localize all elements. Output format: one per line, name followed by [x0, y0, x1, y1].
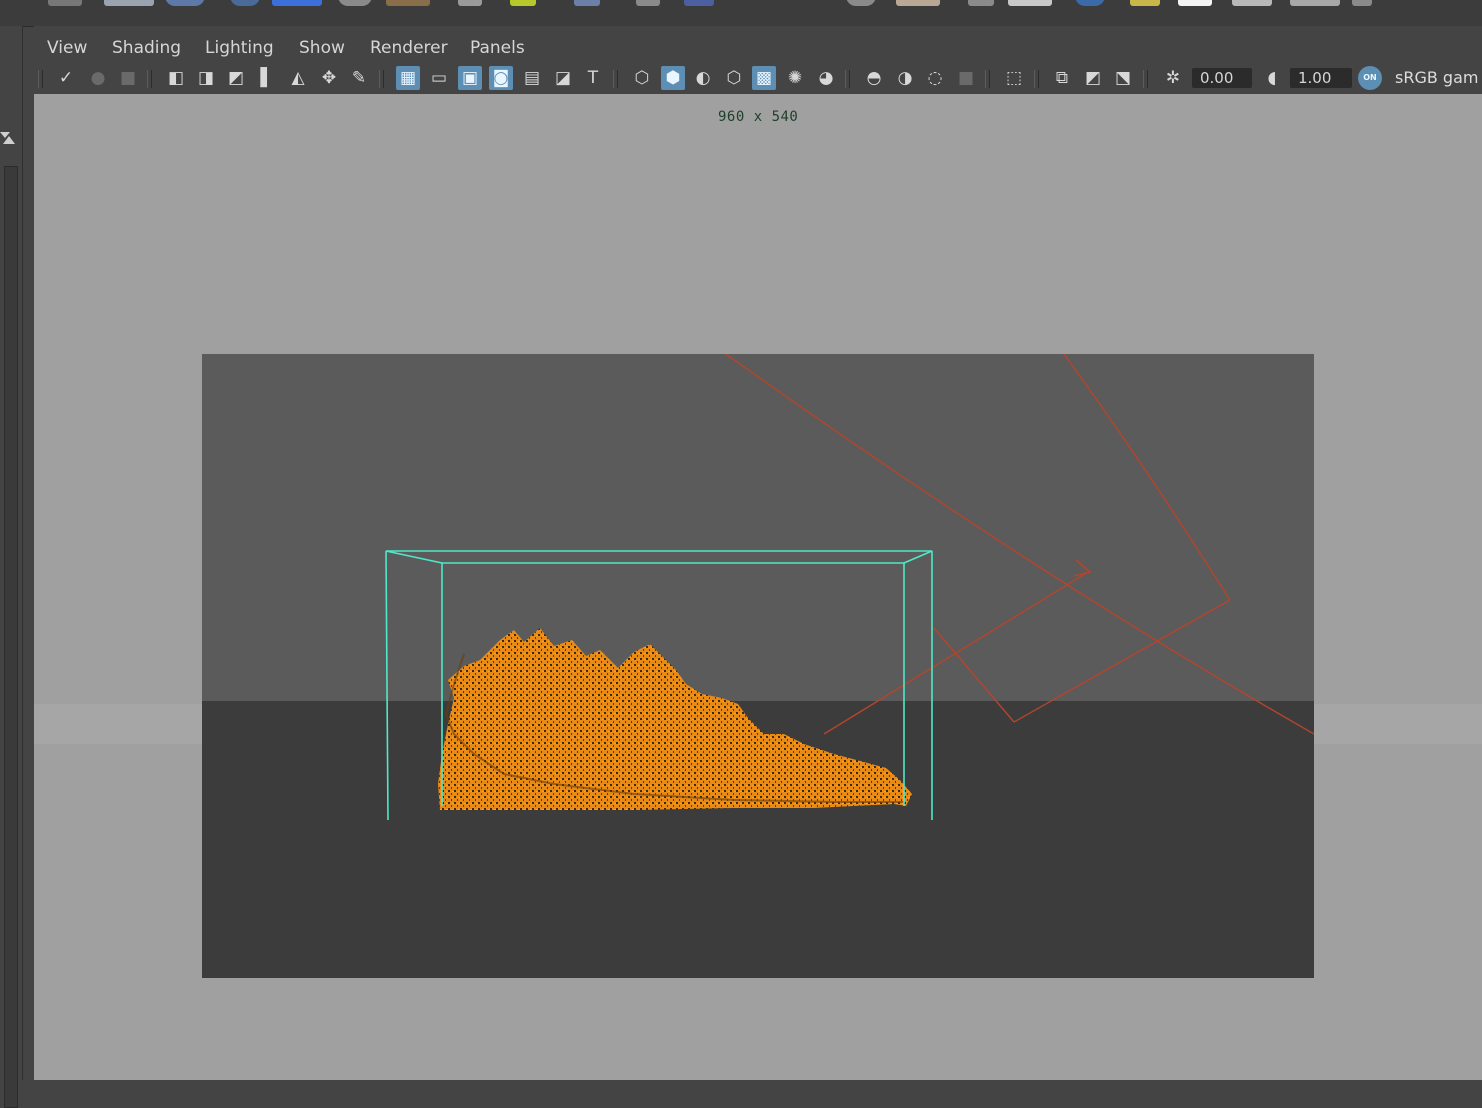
camera-icon[interactable]: ◧ [164, 66, 188, 90]
gamma-icon[interactable]: ◖ [1260, 66, 1284, 90]
isolate-select-icon[interactable]: ⬚ [1002, 66, 1026, 90]
shelf-strip [0, 0, 1482, 27]
shelf-icon[interactable] [1232, 0, 1272, 6]
shelf-icon[interactable] [896, 0, 940, 6]
exposure-icon[interactable]: ✲ [1161, 66, 1185, 90]
toolbar-separator [613, 70, 618, 88]
panel-menu-bar: View Shading Lighting Show Renderer Pane… [34, 26, 1482, 66]
scroll-up-arrow-icon[interactable] [3, 136, 15, 144]
motion-blur-icon[interactable]: ◑ [893, 66, 917, 90]
toolbar-separator [1034, 70, 1039, 88]
smooth-shade-icon[interactable]: ⬢ [661, 66, 685, 90]
menu-view[interactable]: View [47, 38, 87, 58]
grease-pencil-icon[interactable]: ✎ [347, 66, 371, 90]
shelf-icon[interactable] [968, 0, 994, 6]
toolbar-separator [147, 70, 152, 88]
sky-backdrop [202, 354, 1314, 701]
viewport-panel: View Shading Lighting Show Renderer Pane… [34, 26, 1482, 1080]
menu-shading[interactable]: Shading [112, 38, 181, 58]
menu-panels[interactable]: Panels [470, 38, 525, 58]
grid-icon[interactable]: ▦ [396, 66, 420, 90]
toolbar-separator [379, 70, 384, 88]
camera-attributes-icon[interactable]: ● [86, 66, 110, 90]
xray-active-components-icon[interactable]: ⬔ [1111, 66, 1135, 90]
shelf-icon[interactable] [1075, 0, 1105, 6]
gate-mask-icon[interactable]: ◙ [489, 66, 513, 90]
left-dock [0, 26, 23, 1108]
shelf-icon[interactable] [1130, 0, 1160, 6]
shelf-icon[interactable] [574, 0, 600, 6]
field-chart-icon[interactable]: ▤ [520, 66, 544, 90]
film-gate-icon[interactable]: ▭ [427, 66, 451, 90]
menu-lighting[interactable]: Lighting [205, 38, 274, 58]
view-transform-select[interactable]: sRGB gam [1395, 66, 1478, 90]
shelf-icon[interactable] [230, 0, 260, 6]
viewport-3d[interactable]: 960 x 540 [34, 94, 1482, 1080]
shelf-icon[interactable] [386, 0, 430, 6]
image-plane-icon[interactable]: ◭ [286, 66, 310, 90]
camera-aim-up-icon[interactable]: ◩ [224, 66, 248, 90]
shelf-icon[interactable] [458, 0, 482, 6]
toolbar-separator [845, 70, 850, 88]
toolbar-separator [38, 70, 43, 88]
shelf-icon[interactable] [48, 0, 82, 6]
exposure-field[interactable]: 0.00 [1192, 68, 1252, 88]
shelf-icon[interactable] [338, 0, 372, 6]
color-management-toggle[interactable]: ON [1358, 66, 1382, 90]
wireframe-on-shaded-icon[interactable]: ⬡ [722, 66, 746, 90]
shelf-icon[interactable] [684, 0, 714, 6]
resolution-gate-icon[interactable]: ▣ [458, 66, 482, 90]
xray-icon[interactable]: ⧉ [1050, 66, 1074, 90]
bookmark-camera-icon[interactable]: ▌ [255, 66, 279, 90]
anti-aliasing-icon[interactable]: ◌ [923, 66, 947, 90]
shelf-icon[interactable] [165, 0, 205, 6]
depth-of-field-icon[interactable]: ■ [954, 66, 978, 90]
xray-joints-icon[interactable]: ◩ [1081, 66, 1105, 90]
toolbar-separator [1143, 70, 1148, 88]
shadows-icon[interactable]: ◕ [814, 66, 838, 90]
viewport-scene [34, 354, 1482, 978]
screen-space-ao-icon[interactable]: ◓ [862, 66, 886, 90]
use-all-lights-icon[interactable]: ✺ [783, 66, 807, 90]
textured-icon[interactable]: ▩ [752, 66, 776, 90]
scrollbar[interactable] [4, 166, 18, 1108]
menu-renderer[interactable]: Renderer [370, 38, 448, 58]
safe-action-icon[interactable]: ◪ [551, 66, 575, 90]
shelf-icon[interactable] [1290, 0, 1340, 6]
bookmark-icon[interactable]: ■ [116, 66, 140, 90]
shelf-icon[interactable] [1008, 0, 1052, 6]
select-camera-icon[interactable]: ✓ [54, 66, 78, 90]
toolbar-separator [985, 70, 990, 88]
shelf-icon[interactable] [104, 0, 154, 6]
shelf-icon[interactable] [510, 0, 536, 6]
camera-aim-icon[interactable]: ◨ [194, 66, 218, 90]
gamma-field[interactable]: 1.00 [1290, 68, 1352, 88]
shelf-icon[interactable] [1178, 0, 1212, 6]
safe-title-icon[interactable]: T [581, 66, 605, 90]
default-material-icon[interactable]: ◐ [691, 66, 715, 90]
resolution-gate-label: 960 x 540 [718, 109, 799, 125]
shelf-icon[interactable] [636, 0, 660, 6]
shelf-icon[interactable] [846, 0, 876, 6]
wireframe-icon[interactable]: ⬡ [630, 66, 654, 90]
menu-show[interactable]: Show [299, 38, 345, 58]
shelf-icon[interactable] [272, 0, 322, 6]
panel-toolbar: ✓ ● ■ ◧ ◨ ◩ ▌ ◭ ✥ ✎ ▦ ▭ ▣ ◙ ▤ ◪ T ⬡ ⬢ ◐ … [34, 64, 1482, 94]
shelf-icon[interactable] [1352, 0, 1372, 6]
2d-pan-zoom-icon[interactable]: ✥ [317, 66, 341, 90]
